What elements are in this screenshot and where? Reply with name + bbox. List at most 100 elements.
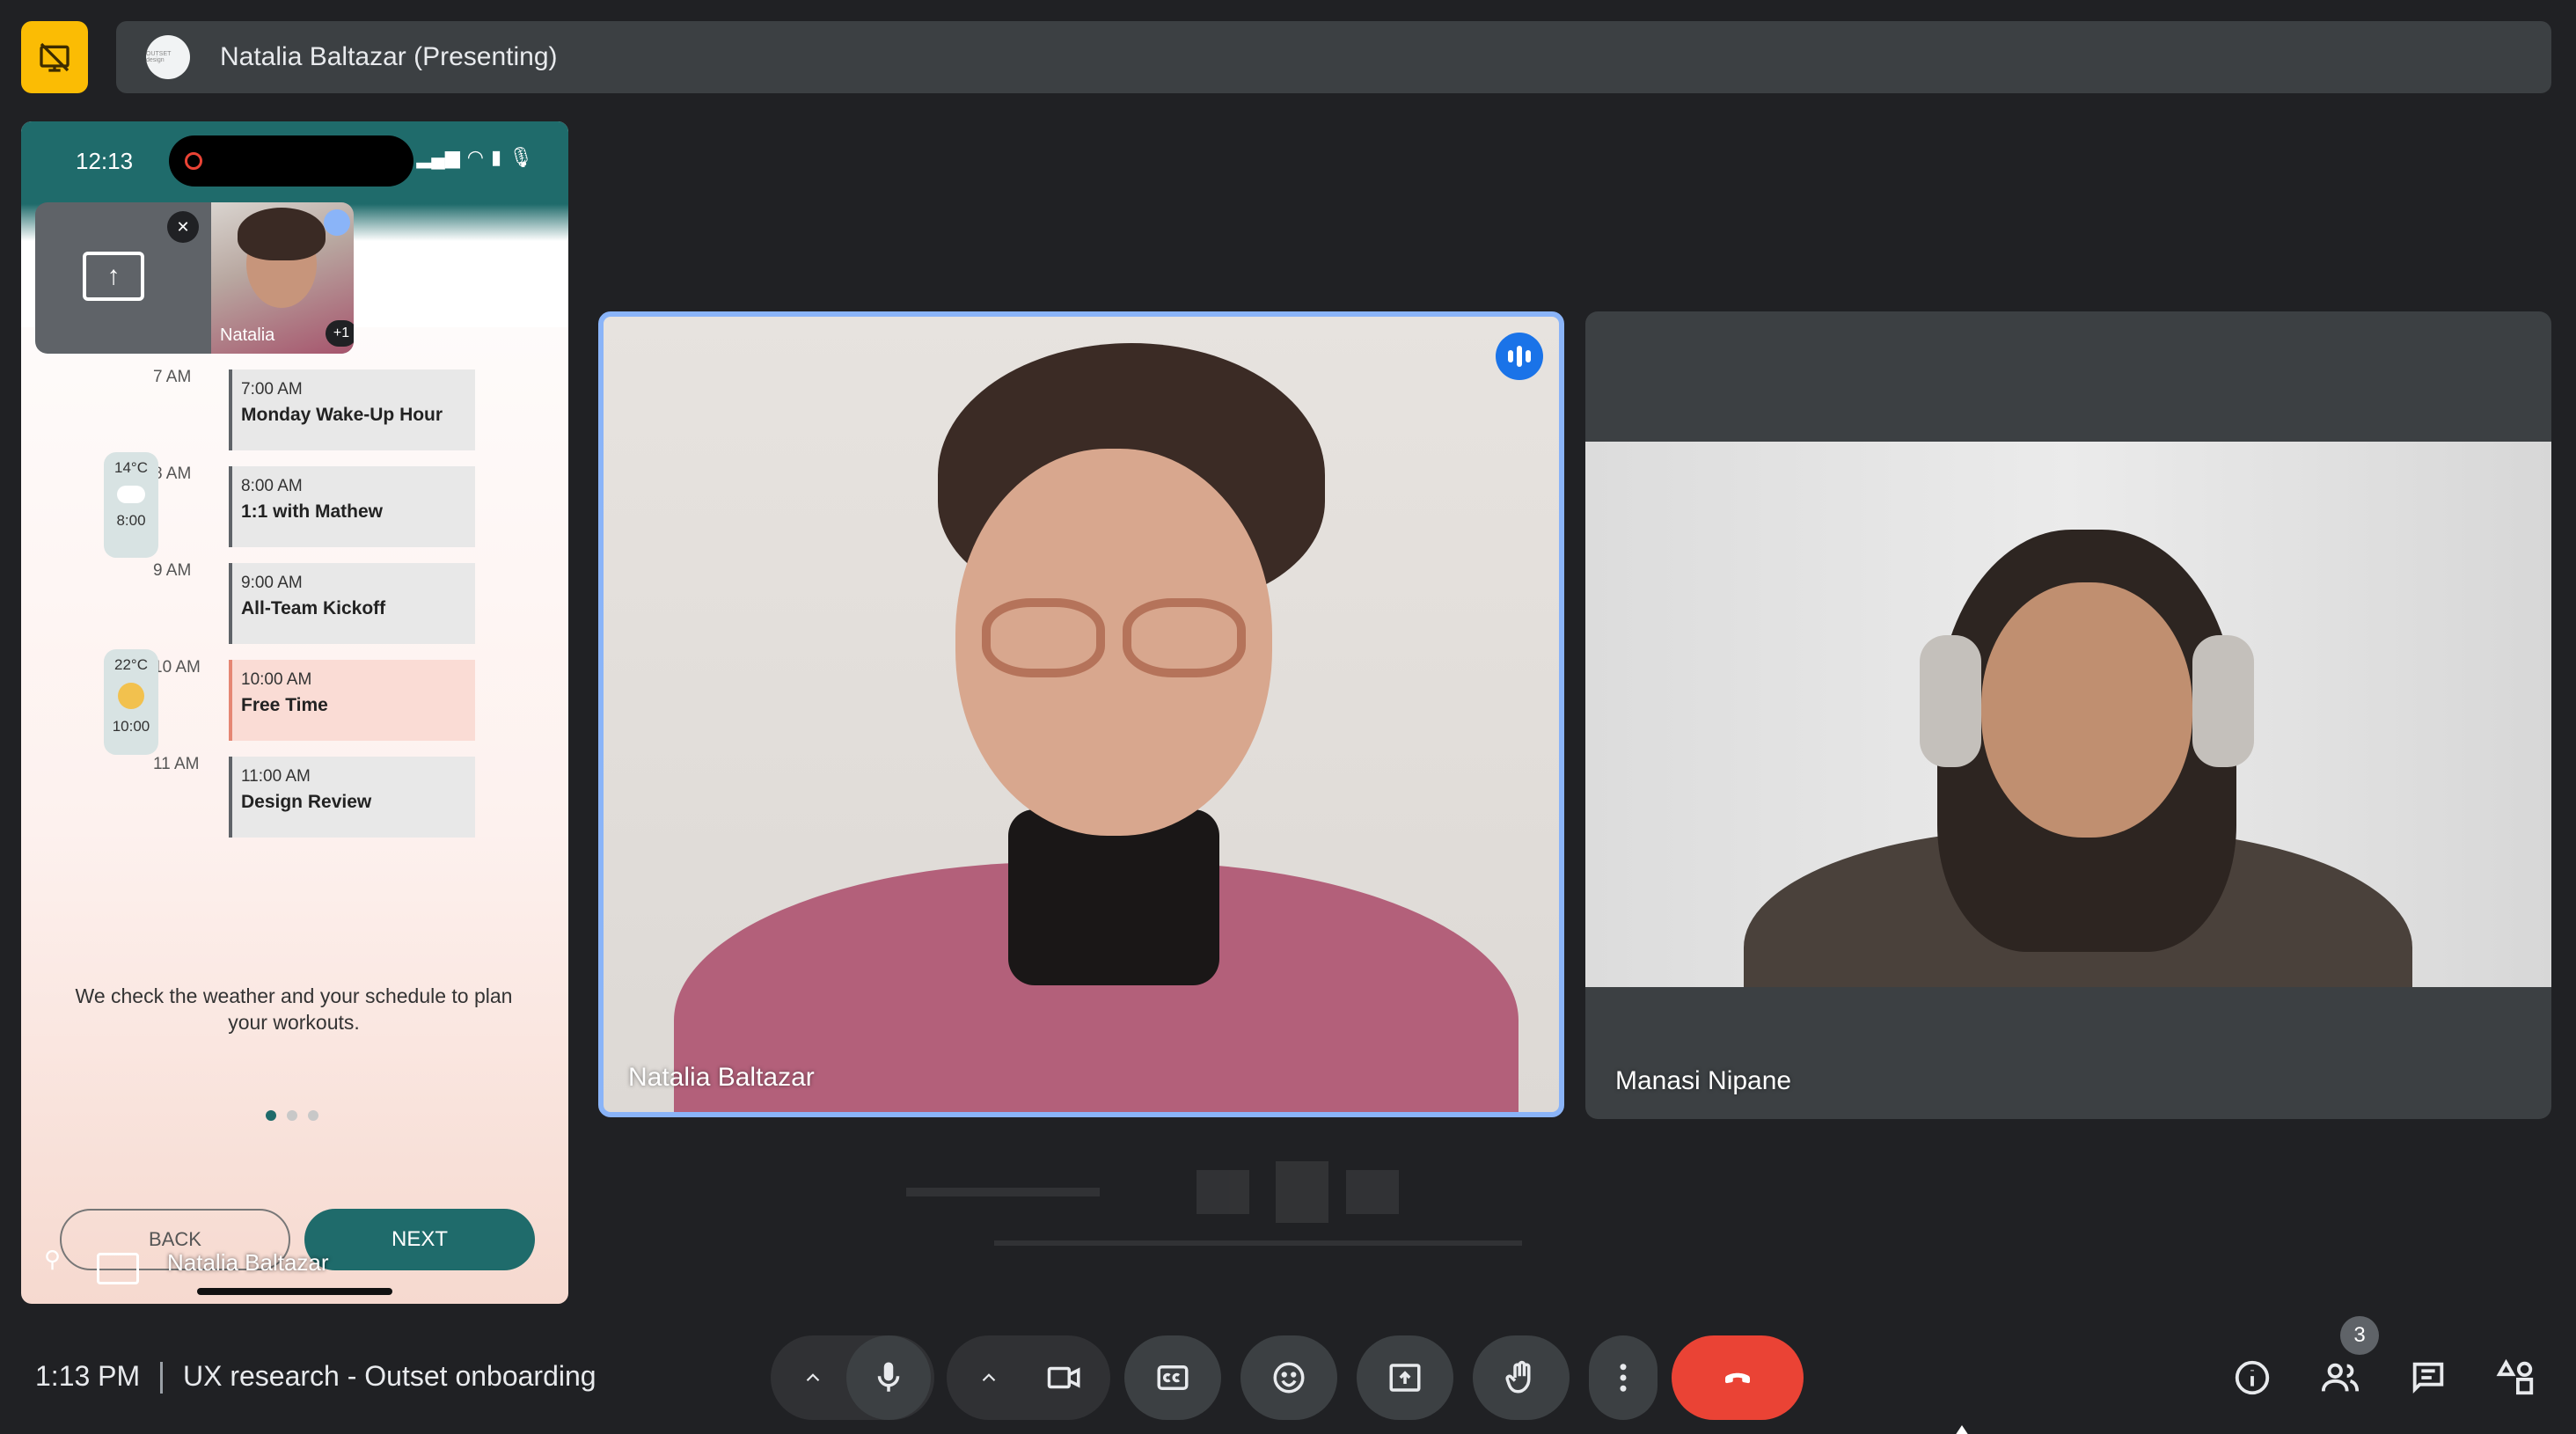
- calendar-event[interactable]: 9:00 AM All-Team Kickoff: [229, 563, 475, 644]
- event-time: 11:00 AM: [241, 767, 311, 786]
- wifi-icon: ◠: [466, 146, 484, 168]
- dynamic-island: [169, 135, 413, 187]
- chevron-up-icon: [806, 1373, 820, 1382]
- participant-video: [1585, 442, 2551, 987]
- chevron-up-icon: [982, 1373, 996, 1382]
- hour-label: 11 AM: [153, 755, 200, 773]
- participant-name: Manasi Nipane: [1615, 1066, 1792, 1095]
- frame-icon[interactable]: [97, 1253, 139, 1284]
- meeting-clock: 1:13 PM: [35, 1360, 141, 1392]
- onboarding-description: We check the weather and your schedule t…: [75, 984, 513, 1034]
- weather-temp: 14°C: [114, 459, 148, 476]
- calendar-event[interactable]: 11:00 AM Design Review: [229, 757, 475, 838]
- weather-chip: 22°C 10:00: [104, 649, 158, 755]
- chat-button[interactable]: [2402, 1351, 2455, 1404]
- leave-call-button[interactable]: [1672, 1335, 1804, 1420]
- event-name: Monday Wake-Up Hour: [241, 405, 443, 425]
- present-icon: ↑: [83, 252, 144, 301]
- event-time: 9:00 AM: [241, 574, 303, 592]
- presenting-banner[interactable]: OUTSET design Natalia Baltazar (Presenti…: [116, 21, 2551, 93]
- event-name: All-Team Kickoff: [241, 598, 386, 618]
- page-dot: [287, 1110, 297, 1121]
- divider: [160, 1362, 163, 1394]
- event-time: 8:00 AM: [241, 477, 303, 495]
- meeting-details-button[interactable]: [2226, 1351, 2279, 1404]
- self-view-pip[interactable]: ↑ ✕ Natalia +1: [35, 202, 354, 354]
- event-name: Free Time: [241, 695, 328, 715]
- speaking-indicator-icon: [1496, 333, 1543, 380]
- chat-icon: [2412, 1362, 2444, 1394]
- page-indicator: [266, 1110, 318, 1121]
- media-controls-ghost: [906, 1161, 1698, 1258]
- presenter-avatar-text: OUTSET design: [146, 51, 172, 63]
- video-settings-button[interactable]: [954, 1335, 1024, 1420]
- participant-tile-active[interactable]: Natalia Baltazar: [598, 311, 1564, 1117]
- shapes-icon: [2496, 1358, 2534, 1395]
- phone-clock: 12:13: [76, 148, 134, 174]
- people-button[interactable]: [2314, 1351, 2367, 1404]
- mouse-cursor: [1955, 1425, 1969, 1434]
- emoji-icon: [1273, 1362, 1305, 1394]
- home-indicator: [197, 1288, 392, 1295]
- pip-extra-count: +1: [326, 320, 354, 347]
- captions-button[interactable]: [1124, 1335, 1221, 1420]
- pin-icon[interactable]: ⚲: [44, 1246, 65, 1277]
- event-time: 7:00 AM: [241, 380, 303, 399]
- activities-button[interactable]: [2490, 1351, 2543, 1404]
- captions-icon: [1157, 1365, 1189, 1390]
- phone-status-bar: 12:13 ▂▄▆ ◠ ▮ 🎙: [21, 121, 568, 204]
- stop-presenting-button[interactable]: [21, 21, 88, 93]
- speaking-indicator-icon: [324, 209, 350, 236]
- weather-temp: 22°C: [114, 656, 148, 673]
- phone-status-icons: ▂▄▆ ◠ ▮ 🎙: [416, 146, 533, 169]
- camera-icon: [1047, 1366, 1080, 1389]
- pip-name: Natalia: [220, 326, 275, 345]
- camera-button[interactable]: [1022, 1335, 1107, 1420]
- battery-icon: ▮: [490, 146, 502, 168]
- participant-tile[interactable]: Manasi Nipane: [1585, 311, 2551, 1119]
- more-options-button[interactable]: [1589, 1335, 1658, 1420]
- hour-label: 8 AM: [153, 465, 192, 483]
- hour-label: 10 AM: [153, 658, 201, 677]
- signal-icon: ▂▄▆: [416, 146, 460, 168]
- page-dot: [308, 1110, 318, 1121]
- event-name: Design Review: [241, 792, 372, 812]
- presenter-avatar: OUTSET design: [146, 35, 190, 79]
- calendar-event[interactable]: 8:00 AM 1:1 with Mathew: [229, 466, 475, 547]
- more-vert-icon: [1620, 1364, 1627, 1392]
- microphone-button[interactable]: [846, 1335, 931, 1420]
- weather-time: 8:00: [116, 512, 146, 529]
- weather-time: 10:00: [112, 718, 150, 735]
- reactions-button[interactable]: [1240, 1335, 1337, 1420]
- presenter-label: Natalia Baltazar (Presenting): [220, 42, 558, 71]
- cloud-icon: [117, 486, 145, 503]
- participants-count-badge: 3: [2340, 1316, 2379, 1355]
- present-off-icon: [40, 42, 70, 72]
- event-time: 10:00 AM: [241, 670, 312, 689]
- info-icon: [2235, 1360, 2270, 1395]
- weather-chip: 14°C 8:00: [104, 452, 158, 558]
- participant-name: Natalia Baltazar: [628, 1063, 815, 1092]
- meet-window: OUTSET design Natalia Baltazar (Presenti…: [0, 0, 2576, 1434]
- page-dot-active: [266, 1110, 276, 1121]
- present-now-button[interactable]: [1357, 1335, 1453, 1420]
- audio-settings-button[interactable]: [778, 1335, 848, 1420]
- mic-off-icon: ✕: [167, 211, 199, 243]
- shared-screen-owner: Natalia Baltazar: [167, 1249, 329, 1276]
- present-icon: [1389, 1364, 1421, 1392]
- calendar-event[interactable]: 7:00 AM Monday Wake-Up Hour: [229, 369, 475, 450]
- event-name: 1:1 with Mathew: [241, 501, 384, 522]
- recording-icon: [185, 152, 202, 170]
- people-icon: [2321, 1363, 2360, 1392]
- raise-hand-button[interactable]: [1473, 1335, 1570, 1420]
- calendar-event-free[interactable]: 10:00 AM Free Time: [229, 660, 475, 741]
- mic-off-icon: 🎙: [509, 146, 533, 168]
- shared-screen[interactable]: 12:13 ▂▄▆ ◠ ▮ 🎙 ↑ ✕ Natalia +1 7 AM 7:00…: [21, 121, 568, 1304]
- sun-icon: [118, 683, 144, 709]
- hour-label: 7 AM: [153, 368, 192, 386]
- hand-icon: [1505, 1360, 1531, 1394]
- call-end-icon: [1725, 1372, 1750, 1384]
- next-button[interactable]: NEXT: [304, 1209, 535, 1270]
- microphone-icon: [877, 1362, 900, 1392]
- hour-label: 9 AM: [153, 561, 192, 580]
